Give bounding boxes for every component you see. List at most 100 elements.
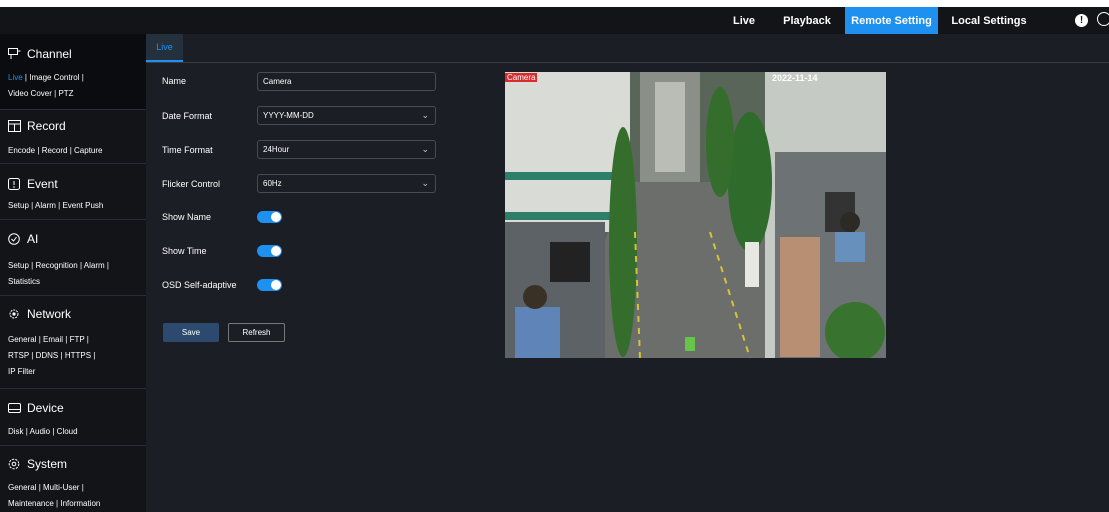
separator: | — [65, 335, 68, 344]
nav-remote-setting[interactable]: Remote Setting — [845, 7, 938, 34]
link-ptz[interactable]: PTZ — [58, 89, 73, 98]
sidebar-section-ai: AI Setup | Recognition | Alarm | Statist… — [0, 220, 146, 296]
link-ddns[interactable]: DDNS — [36, 351, 59, 360]
time-format-select[interactable]: 24Hour ⌄ — [257, 140, 436, 159]
sidebar-ai-links: Setup | Recognition | Alarm | Statistics — [8, 258, 109, 290]
show-name-label: Show Name — [162, 212, 212, 222]
toggle-knob — [271, 280, 281, 290]
sidebar-title-record[interactable]: Record — [8, 119, 66, 133]
link-statistics[interactable]: Statistics — [8, 277, 40, 286]
link-image-control[interactable]: Image Control — [29, 73, 79, 82]
channel-icon — [8, 48, 21, 60]
sidebar-channel-links: Live | Image Control | Video Cover | PTZ — [8, 70, 84, 102]
separator: | — [38, 483, 41, 492]
refresh-button[interactable]: Refresh — [228, 323, 285, 342]
sidebar-system-links: General | Multi-User | Maintenance | Inf… — [8, 480, 100, 512]
link-ai-alarm[interactable]: Alarm — [84, 261, 105, 270]
osd-self-adaptive-toggle[interactable] — [257, 279, 282, 291]
link-cloud[interactable]: Cloud — [57, 427, 78, 436]
nav-local-settings[interactable]: Local Settings — [941, 7, 1037, 34]
top-nav-bar: Live Playback Remote Setting Local Setti… — [0, 7, 1109, 34]
chevron-down-icon: ⌄ — [421, 110, 429, 120]
separator: | — [93, 351, 96, 360]
link-ip-filter[interactable]: IP Filter — [8, 367, 35, 376]
link-https[interactable]: HTTPS — [65, 351, 91, 360]
date-format-select[interactable]: YYYY-MM-DD ⌄ — [257, 106, 436, 125]
power-icon[interactable] — [1097, 12, 1109, 26]
gear-icon — [8, 458, 21, 470]
sidebar-network-label: Network — [27, 307, 72, 321]
toggle-knob — [271, 246, 281, 256]
sidebar-device-links: Disk | Audio | Cloud — [8, 424, 78, 440]
link-setup[interactable]: Setup — [8, 201, 29, 210]
separator: | — [86, 335, 89, 344]
sidebar-section-record: Record Encode | Record | Capture — [0, 110, 146, 164]
sidebar-system-label: System — [27, 457, 68, 471]
link-system-general[interactable]: General — [8, 483, 36, 492]
time-format-label: Time Format — [162, 145, 213, 155]
show-time-toggle[interactable] — [257, 245, 282, 257]
sidebar-record-links: Encode | Record | Capture — [8, 143, 103, 159]
date-format-label: Date Format — [162, 111, 213, 121]
sidebar-title-channel[interactable]: Channel — [8, 47, 72, 61]
chevron-down-icon: ⌄ — [421, 144, 429, 154]
separator: | — [52, 427, 55, 436]
sidebar-title-device[interactable]: Device — [8, 401, 64, 415]
link-encode[interactable]: Encode — [8, 146, 35, 155]
link-event-push[interactable]: Event Push — [62, 201, 103, 210]
sidebar-title-event[interactable]: Event — [8, 177, 58, 191]
separator: | — [60, 351, 63, 360]
separator: | — [31, 201, 34, 210]
link-alarm[interactable]: Alarm — [35, 201, 56, 210]
link-general[interactable]: General — [8, 335, 36, 344]
link-video-cover[interactable]: Video Cover — [8, 89, 52, 98]
sidebar-section-network: Network General | Email | FTP | RTSP | D… — [0, 296, 146, 389]
live-preview: Camera 2022-11-14 — [505, 72, 886, 358]
link-multi-user[interactable]: Multi-User — [43, 483, 79, 492]
tab-bar: Live — [146, 34, 1109, 63]
top-white-strip — [0, 0, 1109, 7]
link-record[interactable]: Record — [42, 146, 68, 155]
date-format-value: YYYY-MM-DD — [263, 111, 314, 120]
separator: | — [31, 261, 34, 270]
sidebar-title-system[interactable]: System — [8, 457, 67, 471]
flicker-control-select[interactable]: 60Hz ⌄ — [257, 174, 436, 193]
sidebar-section-channel: Channel Live | Image Control | Video Cov… — [0, 34, 146, 110]
sidebar-title-ai[interactable]: AI — [8, 232, 38, 246]
osd-self-adaptive-label: OSD Self-adaptive — [162, 280, 237, 290]
save-button[interactable]: Save — [163, 323, 219, 342]
link-audio[interactable]: Audio — [30, 427, 50, 436]
link-live[interactable]: Live — [8, 73, 23, 82]
link-ftp[interactable]: FTP — [70, 335, 85, 344]
nav-playback[interactable]: Playback — [771, 7, 843, 34]
link-information[interactable]: Information — [60, 499, 100, 508]
tab-live[interactable]: Live — [146, 34, 183, 62]
link-disk[interactable]: Disk — [8, 427, 24, 436]
osd-timestamp: 2022-11-14 — [772, 73, 818, 83]
record-icon — [8, 120, 21, 132]
sidebar-section-event: Event Setup | Alarm | Event Push — [0, 164, 146, 220]
link-ai-setup[interactable]: Setup — [8, 261, 29, 270]
name-input[interactable]: Camera — [257, 72, 436, 91]
separator: | — [79, 261, 83, 270]
separator: | — [81, 73, 84, 82]
event-icon — [8, 178, 21, 190]
separator: | — [106, 261, 109, 270]
link-capture[interactable]: Capture — [74, 146, 102, 155]
link-rtsp[interactable]: RTSP — [8, 351, 29, 360]
sidebar-title-network[interactable]: Network — [8, 307, 71, 321]
link-recognition[interactable]: Recognition — [35, 261, 77, 270]
sidebar-ai-label: AI — [27, 232, 39, 246]
separator: | — [54, 89, 57, 98]
nav-live[interactable]: Live — [717, 7, 771, 34]
separator: | — [24, 73, 27, 82]
alert-icon[interactable]: ! — [1075, 14, 1088, 27]
sidebar-network-links: General | Email | FTP | RTSP | DDNS | HT… — [8, 332, 95, 380]
sidebar-channel-label: Channel — [27, 47, 72, 61]
network-icon — [8, 308, 21, 320]
link-maintenance[interactable]: Maintenance — [8, 499, 54, 508]
chevron-down-icon: ⌄ — [421, 178, 429, 188]
show-name-toggle[interactable] — [257, 211, 282, 223]
separator: | — [58, 201, 61, 210]
link-email[interactable]: Email — [43, 335, 63, 344]
